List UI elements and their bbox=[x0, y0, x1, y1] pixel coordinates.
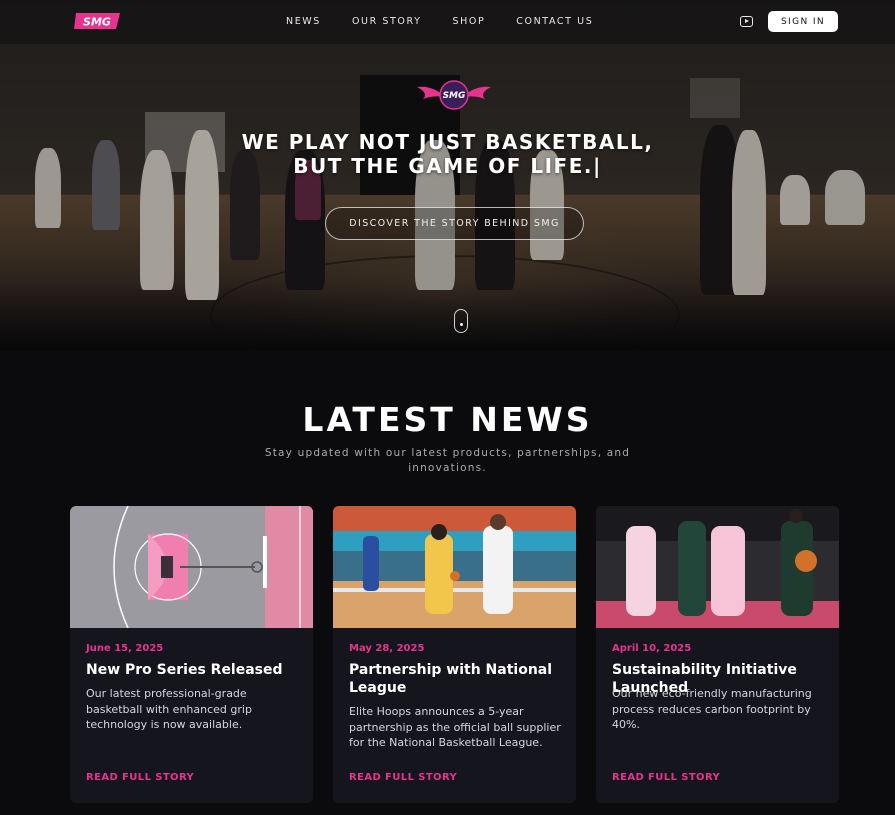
news-card-title: New Pro Series Released bbox=[86, 662, 283, 678]
news-card-text: Elite Hoops announces a 5-year partnersh… bbox=[349, 705, 561, 749]
smg-emblem-icon: SMG bbox=[417, 80, 491, 110]
hero-title: WE PLAY NOT JUST BASKETBALL, BUT THE GAM… bbox=[200, 130, 695, 178]
discover-story-button[interactable]: DISCOVER THE STORY BEHIND SMG bbox=[325, 207, 584, 240]
logo-text: SMG bbox=[83, 16, 111, 29]
nav-link-news[interactable]: NEWS bbox=[286, 16, 321, 27]
news-card-image-court-aerial bbox=[70, 506, 313, 628]
news-card[interactable]: April 10, 2025 Sustainability Initiative… bbox=[596, 506, 839, 803]
news-card-text: Our latest professional-grade basketball… bbox=[86, 687, 252, 731]
news-card-date: June 15, 2025 bbox=[86, 643, 164, 654]
news-section-title: LATEST NEWS bbox=[302, 400, 593, 439]
scroll-down-indicator-icon[interactable] bbox=[454, 309, 468, 333]
nav-link-our-story[interactable]: OUR STORY bbox=[352, 16, 422, 27]
news-card-date: May 28, 2025 bbox=[349, 643, 425, 654]
hero-title-line-2: BUT THE GAME OF LIFE.| bbox=[293, 154, 602, 178]
news-section-subtitle: Stay updated with our latest products, p… bbox=[264, 447, 631, 474]
news-card-date: April 10, 2025 bbox=[612, 643, 692, 654]
news-card-image-womens-game bbox=[596, 506, 839, 628]
read-full-story-link[interactable]: READ FULL STORY bbox=[86, 772, 194, 783]
read-full-story-link[interactable]: READ FULL STORY bbox=[612, 772, 720, 783]
emblem-text: SMG bbox=[443, 91, 466, 101]
hero-title-line-1: WE PLAY NOT JUST BASKETBALL, bbox=[241, 130, 654, 154]
news-card-image-game-action bbox=[333, 506, 576, 628]
read-full-story-link[interactable]: READ FULL STORY bbox=[349, 772, 457, 783]
youtube-icon[interactable] bbox=[740, 16, 753, 27]
nav-link-shop[interactable]: SHOP bbox=[453, 16, 486, 27]
smg-logo[interactable]: SMG bbox=[72, 11, 122, 31]
news-card-title: Partnership with National League bbox=[349, 662, 553, 696]
news-card[interactable]: May 28, 2025 Partnership with National L… bbox=[333, 506, 576, 803]
news-card-text: Our new eco-friendly manufacturing proce… bbox=[612, 687, 812, 731]
nav-links: NEWS OUR STORY SHOP CONTACT US bbox=[286, 16, 593, 27]
nav-link-contact-us[interactable]: CONTACT US bbox=[516, 16, 593, 27]
top-navbar: SMG NEWS OUR STORY SHOP CONTACT US SIGN … bbox=[0, 0, 895, 44]
news-card[interactable]: June 15, 2025 New Pro Series Released Ou… bbox=[70, 506, 313, 803]
sign-in-button[interactable]: SIGN IN bbox=[768, 11, 838, 32]
